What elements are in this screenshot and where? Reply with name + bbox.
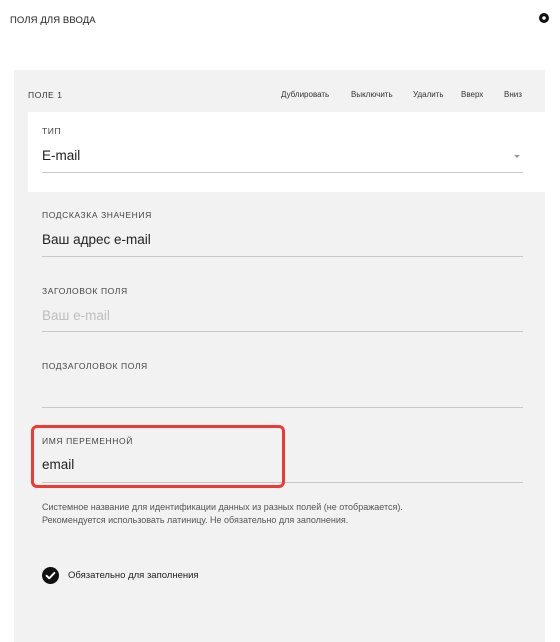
chevron-down-icon[interactable] (514, 155, 520, 158)
duplicate-button[interactable]: Дублировать (281, 90, 329, 99)
type-field-card (28, 112, 545, 192)
title-label: ЗАГОЛОВОК ПОЛЯ (42, 286, 128, 296)
delete-button[interactable]: Удалить (413, 90, 444, 99)
highlight-box (31, 425, 285, 488)
help-line-1: Системное название для идентификации дан… (42, 502, 403, 512)
subtitle-label: ПОДЗАГОЛОВОК ПОЛЯ (42, 361, 148, 371)
disable-button[interactable]: Выключить (351, 90, 393, 99)
type-underline (42, 172, 523, 173)
field-heading: ПОЛЕ 1 (28, 90, 63, 100)
move-down-button[interactable]: Вниз (504, 90, 522, 99)
checkmark-icon[interactable] (42, 567, 59, 584)
hint-input[interactable]: Ваш адрес e-mail (42, 232, 151, 247)
hint-underline (42, 256, 523, 257)
type-label: ТИП (42, 126, 62, 136)
type-select[interactable]: E-mail (42, 148, 80, 163)
variable-help-text: Системное название для идентификации дан… (42, 501, 403, 526)
title-underline (42, 331, 523, 332)
page-header: ПОЛЯ ДЛЯ ВВОДА (0, 0, 560, 40)
subtitle-underline (42, 407, 523, 408)
required-label: Обязательно для заполнения (68, 570, 199, 581)
help-line-2: Рекомендуется использовать латиницу. Не … (42, 514, 349, 525)
page-title: ПОЛЯ ДЛЯ ВВОДА (10, 15, 96, 26)
gear-icon[interactable] (538, 12, 550, 24)
move-up-button[interactable]: Вверх (461, 90, 483, 99)
title-input[interactable]: Ваш e-mail (42, 308, 110, 323)
hint-label: ПОДСКАЗКА ЗНАЧЕНИЯ (42, 210, 152, 220)
subtitle-input[interactable] (42, 383, 523, 403)
